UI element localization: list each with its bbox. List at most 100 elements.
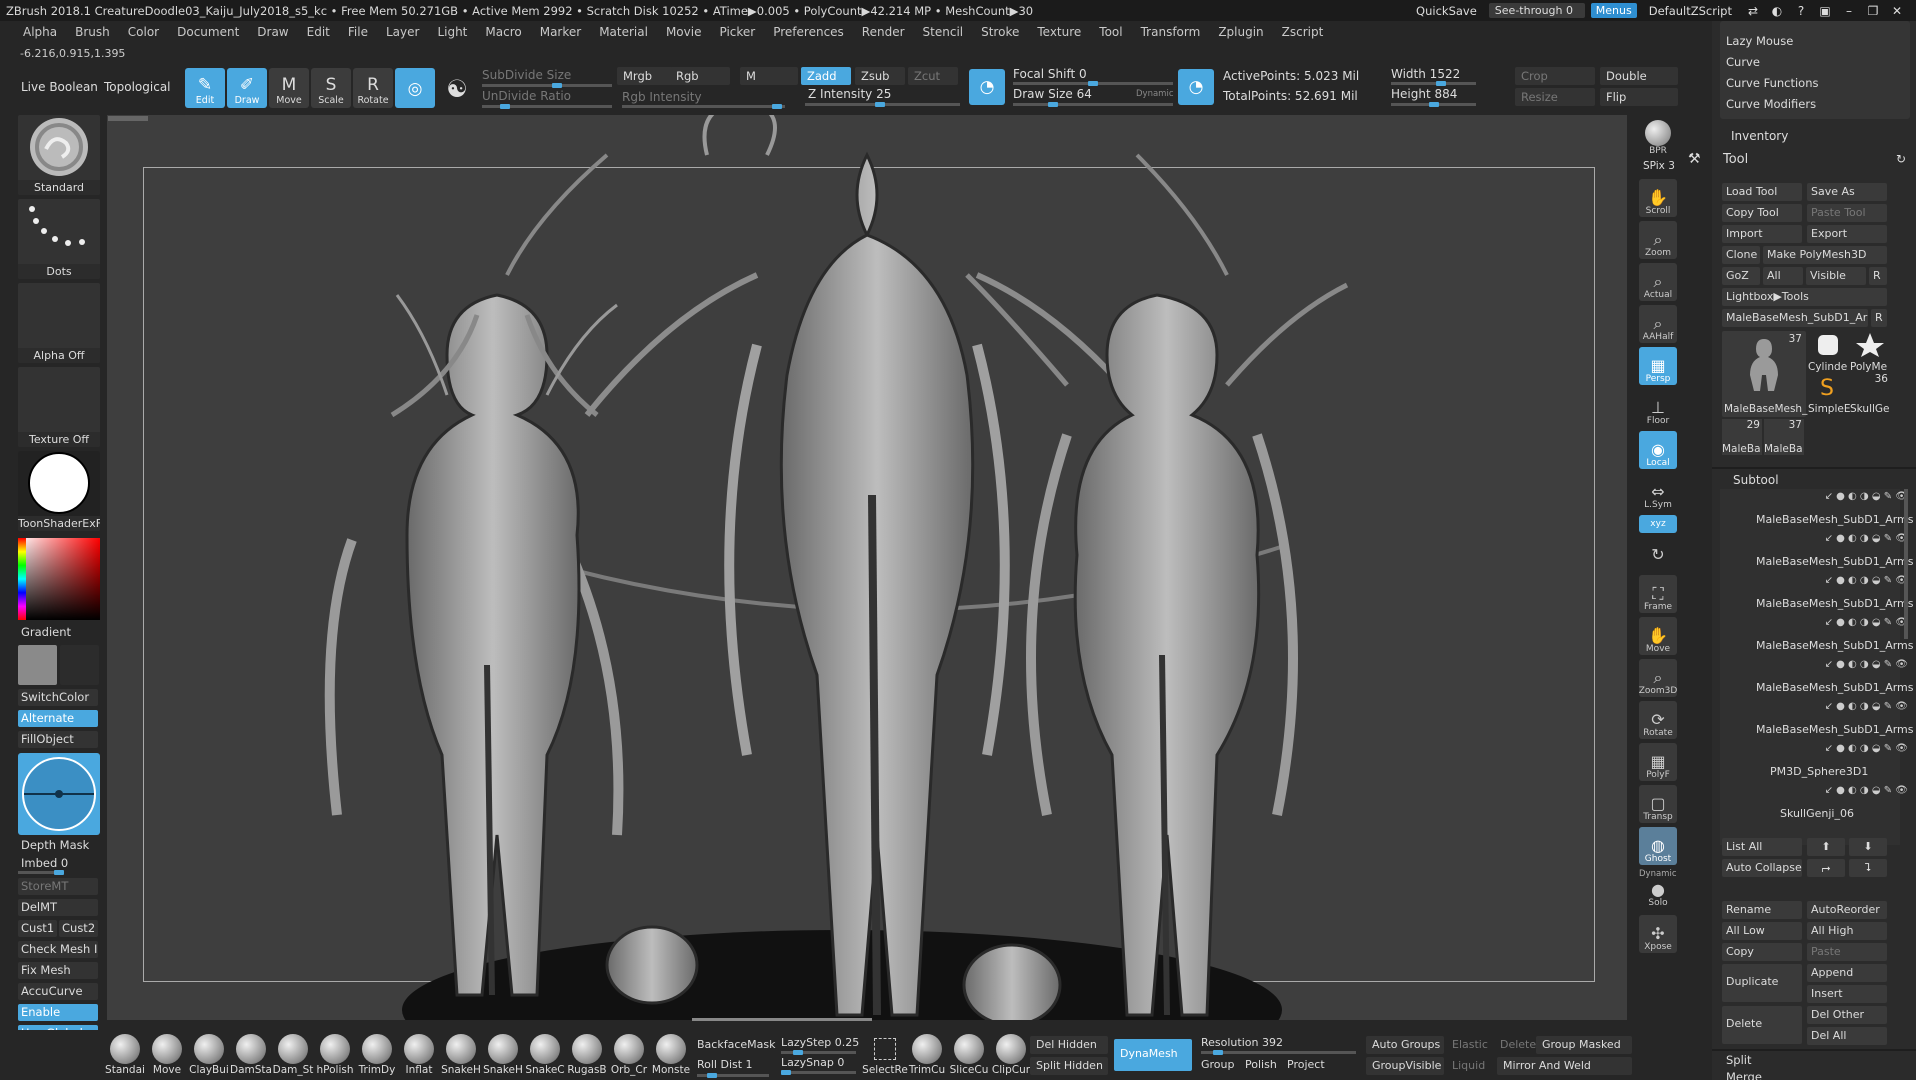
- xyz-button[interactable]: xyz: [1639, 515, 1677, 533]
- alternate-button[interactable]: Alternate: [18, 710, 98, 727]
- subtool-row[interactable]: ↙ ● ◐ ◑ ◒ ✎ 👁 MaleBaseMesh_SubD1_Arms: [1728, 573, 1916, 615]
- split-hidden-button[interactable]: Split Hidden: [1030, 1057, 1108, 1075]
- height-slider[interactable]: Height 884: [1391, 87, 1457, 101]
- split-header[interactable]: Split: [1726, 1053, 1752, 1067]
- width-track[interactable]: [1391, 81, 1476, 86]
- polyf-button[interactable]: ▦ PolyF: [1639, 743, 1677, 781]
- delete-button[interactable]: Delete: [1722, 1006, 1802, 1044]
- lazystep-slider[interactable]: LazyStep 0.25: [781, 1036, 859, 1049]
- menu-edit[interactable]: Edit: [298, 25, 339, 39]
- tool-thumb-polymesh[interactable]: PolyMe: [1850, 331, 1890, 373]
- topological-button[interactable]: Topological: [104, 80, 171, 94]
- del-hidden-button[interactable]: Del Hidden: [1030, 1036, 1108, 1054]
- palette-icon[interactable]: ◐: [1768, 4, 1786, 18]
- help-icon[interactable]: ?: [1792, 4, 1810, 18]
- resolution-slider[interactable]: Resolution 392: [1201, 1036, 1283, 1049]
- alpha-selector[interactable]: Alpha Off: [18, 283, 100, 363]
- zsub-button[interactable]: Zsub: [855, 67, 905, 85]
- stroke-selector[interactable]: Dots: [18, 199, 100, 279]
- menu-document[interactable]: Document: [168, 25, 248, 39]
- curve-functions-item[interactable]: Curve Functions: [1720, 73, 1910, 94]
- slice-curve-button[interactable]: SliceCu: [946, 1034, 992, 1080]
- imbed-slider[interactable]: Imbed 0: [21, 856, 68, 870]
- subtool-visibility-icons[interactable]: ↙ ● ◐ ◑ ◒ ✎ 👁: [1758, 533, 1908, 545]
- transp-button[interactable]: ▢ Transp: [1639, 785, 1677, 823]
- draw-size-slider[interactable]: Draw Size 64: [1013, 87, 1092, 101]
- import-button[interactable]: Import: [1722, 225, 1802, 243]
- rgb-intensity-slider[interactable]: Rgb Intensity: [622, 90, 702, 104]
- duplicate-button[interactable]: Duplicate: [1722, 964, 1802, 1002]
- width-slider[interactable]: Width 1522: [1391, 67, 1460, 81]
- clip-curve-button[interactable]: ClipCur: [988, 1034, 1034, 1080]
- menu-picker[interactable]: Picker: [710, 25, 764, 39]
- brush-claybuildup[interactable]: ClayBui: [186, 1034, 232, 1080]
- auto-groups-button[interactable]: Auto Groups: [1366, 1036, 1444, 1054]
- lazysnap-track[interactable]: [781, 1070, 856, 1075]
- enable-button[interactable]: Enable: [18, 1004, 98, 1021]
- check-mesh-button[interactable]: Check Mesh In: [18, 941, 98, 958]
- focal-shift-track[interactable]: [1013, 81, 1173, 86]
- gradient-label[interactable]: Gradient: [21, 625, 71, 639]
- delete-group-button[interactable]: Delete: [1500, 1038, 1536, 1051]
- roll-dist-track[interactable]: [697, 1073, 769, 1078]
- lock-icon[interactable]: ▣: [1816, 4, 1834, 18]
- tool-pin-icon[interactable]: ⚒: [1688, 151, 1701, 167]
- subtool-list[interactable]: ↙ ● ◐ ◑ ◒ ✎ 👁 MaleBaseMesh_SubD1_Arms ↙ ●…: [1720, 489, 1914, 845]
- edit-button[interactable]: ✎ Edit: [185, 68, 225, 108]
- dynamesh-button[interactable]: DynaMesh: [1114, 1039, 1192, 1071]
- move-view-button[interactable]: ✋ Move: [1639, 617, 1677, 655]
- copy-tool-button[interactable]: Copy Tool: [1722, 204, 1802, 222]
- subtool-visibility-icons[interactable]: ↙ ● ◐ ◑ ◒ ✎ 👁: [1758, 701, 1908, 713]
- all-high-button[interactable]: All High: [1807, 922, 1887, 940]
- default-zscript-button[interactable]: DefaultZScript: [1643, 3, 1738, 19]
- brush-trimdynamic[interactable]: TrimDy: [354, 1034, 400, 1080]
- select-rect-button[interactable]: SelectRe: [862, 1034, 908, 1080]
- subtool-visibility-icons[interactable]: ↙ ● ◐ ◑ ◒ ✎ 👁: [1758, 659, 1908, 671]
- lightbox-tools-button[interactable]: Lightbox▶Tools: [1722, 288, 1887, 306]
- accucurve-button[interactable]: AccuCurve: [18, 983, 98, 1000]
- brush-orb-cracks[interactable]: Orb_Cr: [606, 1034, 652, 1080]
- z-intensity-slider[interactable]: Z Intensity 25: [808, 87, 891, 101]
- tool-palette-title[interactable]: Tool: [1723, 152, 1748, 167]
- move-down-button[interactable]: ⬇: [1849, 838, 1887, 856]
- menu-color[interactable]: Color: [119, 25, 168, 39]
- menu-texture[interactable]: Texture: [1028, 25, 1090, 39]
- subtool-row[interactable]: ↙ ● ◐ ◑ ◒ ✎ 👁 PM3D_Sphere3D1: [1728, 741, 1916, 783]
- floor-button[interactable]: ⊥ Floor: [1639, 389, 1677, 427]
- dynamic-size-button[interactable]: ◔: [1178, 69, 1214, 105]
- scale-button[interactable]: S Scale: [311, 68, 351, 108]
- aahalf-button[interactable]: ⌕ AAHalf: [1639, 305, 1677, 343]
- subtool-visibility-icons[interactable]: ↙ ● ◐ ◑ ◒ ✎ 👁: [1758, 575, 1908, 587]
- merge-header[interactable]: Merge: [1726, 1070, 1762, 1080]
- subtool-row[interactable]: ↙ ● ◐ ◑ ◒ ✎ 👁 MaleBaseMesh_SubD1_Arms: [1728, 699, 1916, 741]
- subtool-visibility-icons[interactable]: ↙ ● ◐ ◑ ◒ ✎ 👁: [1758, 743, 1908, 755]
- depth-mask-widget[interactable]: [18, 753, 100, 835]
- imbed-track[interactable]: [18, 870, 64, 875]
- frame-button[interactable]: ⛶ Frame: [1639, 575, 1677, 613]
- brush-hpolish[interactable]: hPolish: [312, 1034, 358, 1080]
- move-button[interactable]: M Move: [269, 68, 309, 108]
- storemt-button[interactable]: StoreMT: [18, 878, 98, 895]
- list-all-button[interactable]: List All: [1722, 838, 1802, 856]
- texture-selector[interactable]: Texture Off: [18, 367, 100, 447]
- menu-tool[interactable]: Tool: [1090, 25, 1131, 39]
- insert-button[interactable]: Insert: [1807, 985, 1887, 1003]
- switchcolor-button[interactable]: SwitchColor: [18, 689, 98, 706]
- visible-button[interactable]: Visible: [1806, 267, 1866, 285]
- matcap-button[interactable]: ☯: [437, 68, 477, 108]
- inventory-header[interactable]: Inventory: [1731, 129, 1788, 143]
- secondary-color-swatch[interactable]: [60, 645, 99, 685]
- menu-stroke[interactable]: Stroke: [972, 25, 1028, 39]
- paste-button[interactable]: Paste: [1807, 943, 1887, 961]
- clone-button[interactable]: Clone: [1722, 246, 1760, 264]
- cust1-button[interactable]: Cust1: [18, 920, 57, 937]
- rename-button[interactable]: Rename: [1722, 901, 1802, 919]
- menu-movie[interactable]: Movie: [657, 25, 711, 39]
- menu-macro[interactable]: Macro: [476, 25, 530, 39]
- menu-alpha[interactable]: Alpha: [14, 25, 66, 39]
- cust2-button[interactable]: Cust2: [59, 920, 98, 937]
- lazysnap-slider[interactable]: LazySnap 0: [781, 1056, 844, 1069]
- fix-mesh-button[interactable]: Fix Mesh: [18, 962, 98, 979]
- persp-button[interactable]: ▦ Persp: [1639, 347, 1677, 385]
- rgb-button[interactable]: Rgb: [670, 67, 730, 85]
